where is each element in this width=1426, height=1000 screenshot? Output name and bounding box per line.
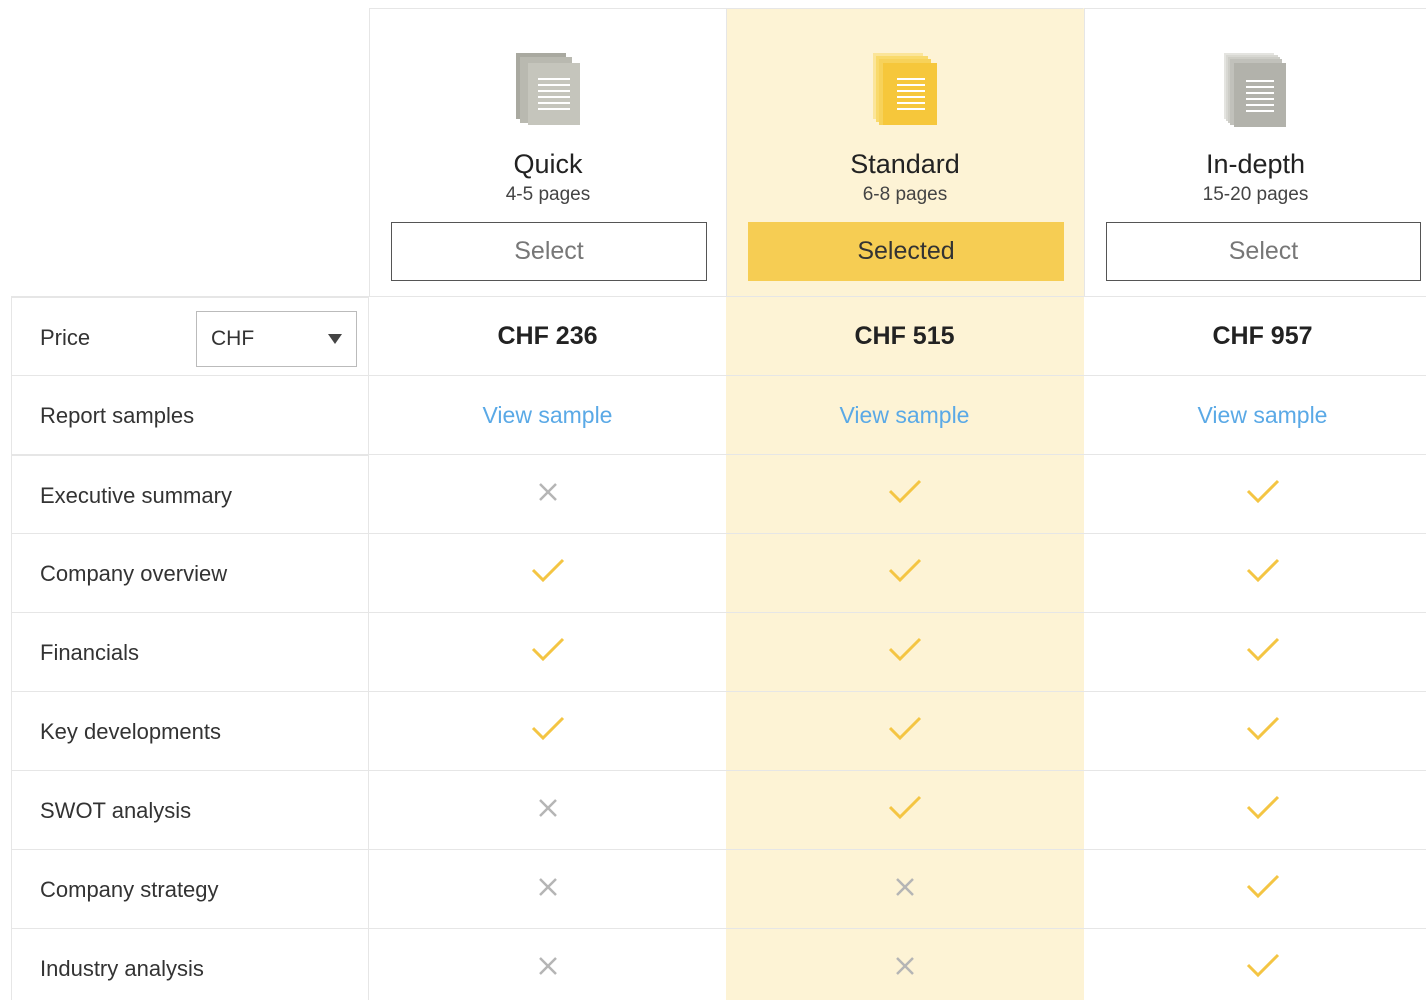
feature-cell (726, 692, 1083, 771)
checkmark-icon (1245, 636, 1281, 669)
plan-pages: 4-5 pages (505, 184, 591, 205)
feature-row: Financials (11, 612, 1426, 692)
selected-standard-button[interactable]: Selected (748, 222, 1064, 281)
view-sample-link-standard[interactable]: View sample (840, 402, 970, 429)
checkmark-icon (1245, 557, 1281, 590)
checkmark-icon (1245, 873, 1281, 906)
feature-cell (369, 929, 726, 1000)
cross-icon (537, 797, 559, 824)
feature-cell (1084, 850, 1426, 929)
price-value: CHF 957 (1212, 322, 1313, 350)
checkmark-icon (1245, 952, 1281, 985)
sample-cell-in-depth: View sample (1084, 376, 1426, 455)
feature-cell (726, 771, 1083, 850)
feature-cell (726, 929, 1083, 1000)
feature-cell (726, 613, 1083, 692)
price-cell-standard: CHF 515 (726, 297, 1083, 376)
view-sample-link-in-depth[interactable]: View sample (1198, 402, 1328, 429)
feature-row: Executive summary (11, 454, 1426, 534)
price-label: Price (40, 325, 91, 350)
checkmark-icon (1245, 715, 1281, 748)
feature-row: Company strategy (11, 849, 1426, 929)
feature-cell (369, 534, 726, 613)
price-value: CHF 515 (854, 322, 955, 350)
sample-cell-standard: View sample (726, 376, 1083, 455)
view-sample-link-quick[interactable]: View sample (483, 402, 613, 429)
plan-header-standard: Standard 6-8 pages Selected (726, 8, 1083, 296)
plan-name: Standard (850, 149, 960, 179)
document-gray-icon (516, 53, 580, 132)
checkmark-icon (887, 557, 923, 590)
checkmark-icon (1245, 794, 1281, 827)
document-yellow-icon (873, 53, 937, 132)
feature-cell (369, 771, 726, 850)
row-label: Report samples (11, 376, 369, 455)
feature-cell (726, 455, 1083, 534)
feature-cell (369, 455, 726, 534)
feature-label: Industry analysis (11, 929, 369, 1000)
comparison-table: Price CHF CHF 236 CHF 515 CHF 957 Report… (11, 296, 1426, 1000)
feature-cell (1084, 613, 1426, 692)
cross-icon (537, 955, 559, 982)
currency-value: CHF (211, 327, 255, 350)
sample-cell-quick: View sample (369, 376, 726, 455)
feature-row: Industry analysis (11, 928, 1426, 1000)
plan-name: Quick (513, 149, 583, 179)
feature-cell (369, 613, 726, 692)
feature-cell (726, 850, 1083, 929)
feature-row: Key developments (11, 691, 1426, 771)
checkmark-icon (530, 636, 566, 669)
feature-rows: Executive summary Company overview Financi… (11, 454, 1426, 1000)
feature-cell (1084, 534, 1426, 613)
feature-label: Company overview (11, 534, 369, 613)
document-stack-gray-icon (1223, 53, 1288, 134)
feature-label: Company strategy (11, 850, 369, 929)
select-in-depth-button[interactable]: Select (1106, 222, 1421, 281)
price-cell-in-depth: CHF 957 (1084, 297, 1426, 376)
feature-cell (726, 534, 1083, 613)
feature-label: Key developments (11, 692, 369, 771)
checkmark-icon (887, 636, 923, 669)
feature-cell (1084, 455, 1426, 534)
feature-cell (369, 692, 726, 771)
feature-row: SWOT analysis (11, 770, 1426, 850)
select-quick-button[interactable]: Select (391, 222, 707, 281)
checkmark-icon (530, 715, 566, 748)
feature-row: Company overview (11, 533, 1426, 613)
row-label: Price CHF (11, 297, 369, 376)
cross-icon (537, 481, 559, 508)
pricing-comparison: Quick 4-5 pages Select Standard 6-8 page… (0, 0, 1426, 1000)
plans-header: Quick 4-5 pages Select Standard 6-8 page… (369, 8, 1426, 296)
plan-header-quick: Quick 4-5 pages Select (369, 8, 726, 296)
plan-pages: 6-8 pages (862, 184, 948, 205)
checkmark-icon (887, 478, 923, 511)
cross-icon (894, 955, 916, 982)
report-samples-row: Report samples View sample View sample V… (11, 375, 1426, 455)
currency-select[interactable]: CHF (196, 311, 357, 367)
price-row: Price CHF CHF 236 CHF 515 CHF 957 (11, 296, 1426, 376)
plan-header-in-depth: In-depth 15-20 pages Select (1084, 8, 1426, 296)
plan-pages: 15-20 pages (1202, 184, 1309, 205)
checkmark-icon (1245, 478, 1281, 511)
plan-name: In-depth (1205, 149, 1306, 179)
feature-cell (1084, 929, 1426, 1000)
checkmark-icon (530, 557, 566, 590)
feature-label: Executive summary (11, 455, 369, 534)
cross-icon (537, 876, 559, 903)
price-cell-quick: CHF 236 (369, 297, 726, 376)
feature-label: Financials (11, 613, 369, 692)
feature-cell (1084, 771, 1426, 850)
feature-cell (369, 850, 726, 929)
checkmark-icon (887, 715, 923, 748)
price-value: CHF 236 (497, 322, 598, 350)
feature-cell (1084, 692, 1426, 771)
caret-down-icon (328, 334, 342, 344)
checkmark-icon (887, 794, 923, 827)
cross-icon (894, 876, 916, 903)
feature-label: SWOT analysis (11, 771, 369, 850)
